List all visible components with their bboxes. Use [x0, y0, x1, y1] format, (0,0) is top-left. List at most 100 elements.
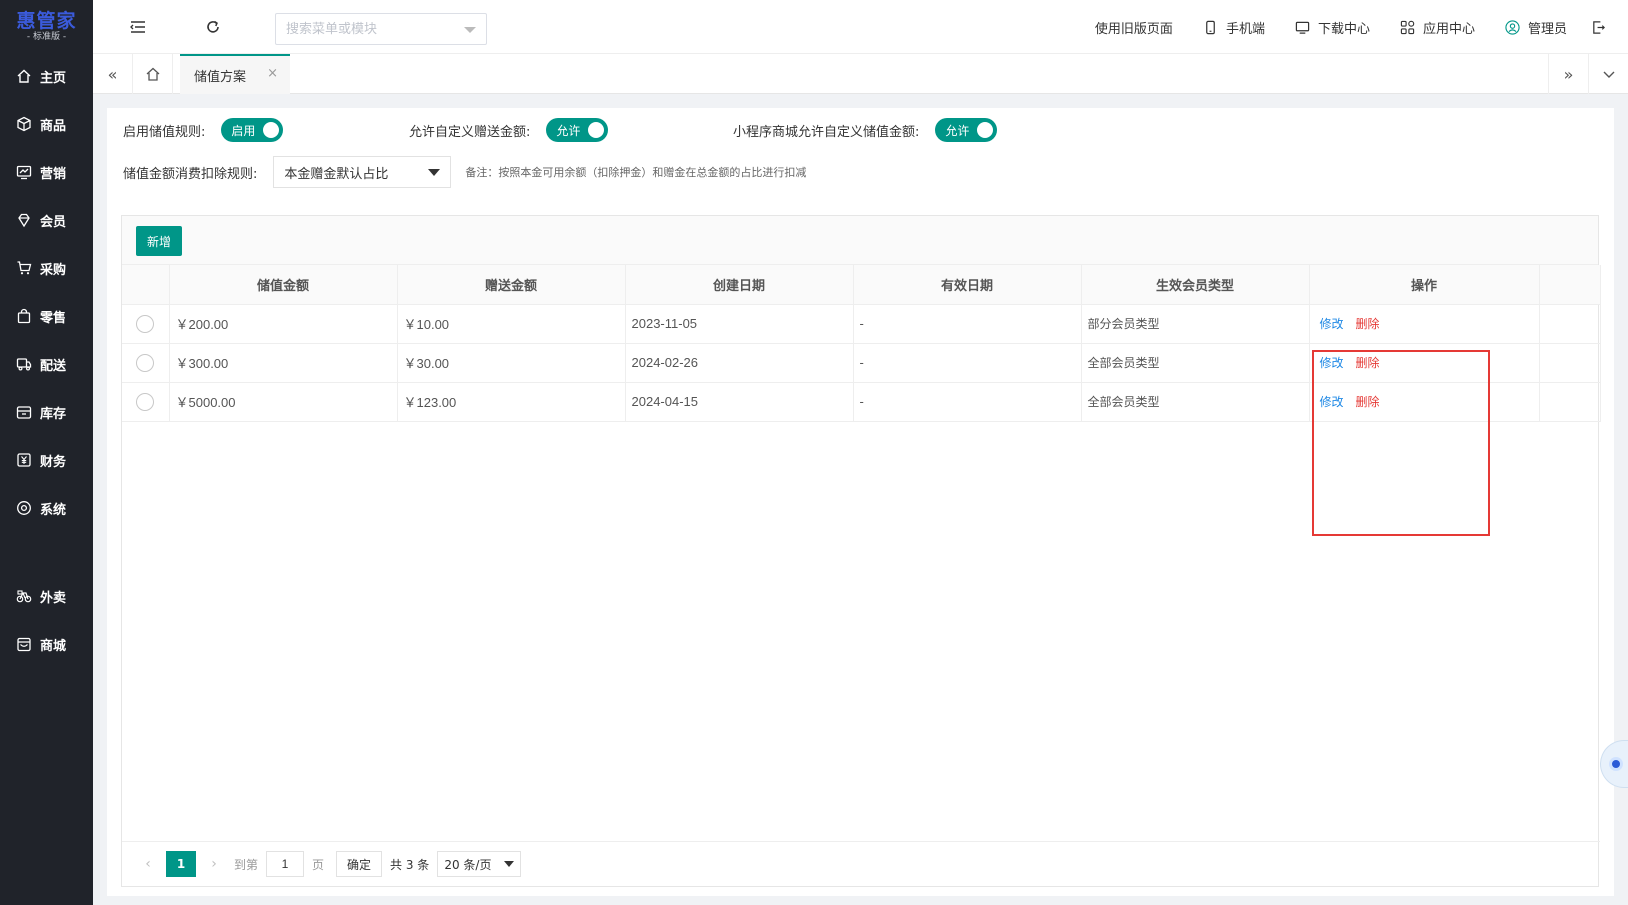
table-row: ￥300.00 ￥30.00 2024-02-26- 全部会员类型 修改 删除	[122, 343, 1601, 383]
caret-down-icon	[428, 169, 441, 176]
sidebar-nav: 主页商品营销会员采购零售配送库存 财务 系统外卖商城	[0, 52, 93, 668]
cell-amount: ￥200.00	[169, 304, 398, 344]
edit-link[interactable]: 修改	[1320, 356, 1344, 370]
delete-link[interactable]: 删除	[1356, 356, 1380, 370]
cell-member-type: 全部会员类型	[1081, 382, 1310, 422]
sidebar-item-label: 主页	[40, 70, 67, 86]
cell-spacer	[1539, 382, 1601, 422]
sidebar-item[interactable]: 商城	[0, 620, 93, 668]
prev-page-icon[interactable]: ‹	[136, 856, 160, 872]
delete-link[interactable]: 删除	[1356, 395, 1380, 409]
delete-link[interactable]: 删除	[1356, 317, 1380, 331]
tab-bar: « 储值方案 × »	[93, 54, 1628, 94]
logout-icon	[1593, 20, 1605, 34]
tab-scroll-left[interactable]: «	[93, 54, 133, 94]
close-icon[interactable]: ×	[267, 66, 278, 81]
header-gift: 赠送金额	[397, 265, 626, 305]
sidebar-item-label: 外卖	[40, 590, 67, 606]
enable-rule-toggle[interactable]: 启用	[221, 118, 284, 142]
custom-gift-toggle[interactable]: 允许	[546, 118, 609, 142]
sidebar-item[interactable]: 外卖	[0, 572, 93, 620]
sidebar-item-label: 配送	[40, 358, 67, 374]
cell-gift: ￥123.00	[397, 382, 626, 422]
sidebar: 惠管家 - 标准版 - 主页 商品 营销 会员 采购 零售 配送 库存 财务 系统 外卖 商城	[0, 0, 93, 905]
user-icon	[1505, 19, 1520, 35]
sidebar-item[interactable]: 商品	[0, 100, 93, 148]
sidebar-item[interactable]: 采购	[0, 244, 93, 292]
cell-amount: ￥300.00	[169, 343, 398, 383]
mobile-link[interactable]: 手机端	[1203, 18, 1265, 37]
goto-confirm-button[interactable]: 确定	[336, 851, 383, 877]
page-1[interactable]: 1	[166, 851, 196, 877]
sidebar-item[interactable]: 会员	[0, 196, 93, 244]
deduct-rule-select[interactable]: 本金赠金默认占比	[273, 156, 452, 188]
user-label: 管理员	[1527, 21, 1567, 37]
tab-dropdown[interactable]	[1588, 54, 1628, 94]
cart-icon	[17, 261, 32, 275]
mini-custom-toggle[interactable]: 允许	[935, 118, 998, 142]
sidebar-item-label: 商城	[40, 638, 67, 654]
edit-link[interactable]: 修改	[1320, 395, 1344, 409]
page-size-select[interactable]: 20 条/页	[437, 851, 522, 877]
diamond-icon	[18, 213, 30, 228]
pagination: ‹ 1 › 到第 页 确定 共 3 条 20 条/页	[122, 841, 1600, 886]
row-radio[interactable]	[136, 392, 155, 411]
row-select-cell	[122, 304, 170, 344]
toggle-knob	[588, 122, 605, 138]
tab-label: 储值方案	[194, 69, 247, 85]
add-button[interactable]: 新增	[136, 226, 182, 256]
page-unit-label: 页	[312, 857, 325, 872]
sidebar-item[interactable]: 主页	[0, 52, 93, 100]
phone-icon	[1206, 20, 1215, 34]
sidebar-item[interactable]: 财务	[0, 436, 93, 484]
refresh-icon[interactable]	[204, 18, 222, 36]
user-menu[interactable]: 管理员	[1505, 18, 1567, 37]
row-radio[interactable]	[136, 314, 155, 333]
main-content: 启用储值规则: 启用 允许自定义赠送金额: 允许 小程序商城允许自定义储值金额:…	[107, 108, 1614, 896]
mini-custom-setting: 小程序商城允许自定义储值金额: 允许	[733, 118, 998, 142]
cell-created: 2024-02-26	[625, 343, 854, 383]
bike-icon	[16, 590, 32, 603]
tab-stored-value-plan[interactable]: 储值方案 ×	[180, 54, 290, 94]
download-link[interactable]: 下载中心	[1295, 18, 1370, 37]
sidebar-item[interactable]: 零售	[0, 292, 93, 340]
sidebar-item[interactable]: 配送	[0, 340, 93, 388]
enable-rule-toggle-text: 启用	[231, 123, 256, 138]
edit-link[interactable]: 修改	[1320, 317, 1344, 331]
logout-button[interactable]	[1591, 20, 1614, 35]
menu-search-input[interactable]	[276, 14, 456, 44]
sidebar-item-label: 会员	[40, 214, 67, 230]
row-select-cell	[122, 343, 170, 383]
cell-gift: ￥10.00	[397, 304, 626, 344]
cell-member-type: 部分会员类型	[1081, 304, 1310, 344]
store-icon	[17, 637, 31, 652]
sidebar-item-label: 采购	[40, 262, 67, 278]
total-count: 共 3 条	[390, 857, 430, 872]
menu-search[interactable]	[275, 13, 487, 45]
cell-member-type: 全部会员类型	[1081, 343, 1310, 383]
cell-actions: 修改 删除	[1309, 304, 1540, 344]
deduct-rule-setting: 储值金额消费扣除规则: 本金赠金默认占比 备注：按照本金可用余额（扣除押金）和赠…	[123, 156, 806, 188]
mini-custom-label: 小程序商城允许自定义储值金额:	[733, 124, 920, 140]
custom-gift-setting: 允许自定义赠送金额: 允许	[409, 118, 609, 142]
apps-link[interactable]: 应用中心	[1400, 18, 1475, 37]
goto-page-input[interactable]	[266, 851, 305, 877]
cell-spacer	[1539, 304, 1601, 344]
sidebar-item[interactable]: 库存	[0, 388, 93, 436]
menu-fold-icon[interactable]	[129, 18, 147, 36]
toggle-knob	[977, 122, 994, 138]
tab-scroll-right[interactable]: »	[1548, 54, 1588, 94]
row-radio[interactable]	[136, 353, 155, 372]
table-toolbar: 新增	[122, 216, 1598, 265]
sidebar-item[interactable]: 营销	[0, 148, 93, 196]
next-page-icon[interactable]: ›	[202, 856, 226, 872]
mobile-label: 手机端	[1225, 21, 1265, 37]
header-member-type: 生效会员类型	[1081, 265, 1310, 305]
tab-home[interactable]	[133, 54, 173, 94]
old-page-link[interactable]: 使用旧版页面	[1095, 18, 1173, 37]
chevron-down-icon	[464, 27, 476, 33]
table-row: ￥5000.00 ￥123.00 2024-04-15- 全部会员类型 修改 删除	[122, 382, 1601, 422]
sidebar-item-label: 商品	[40, 118, 67, 134]
cell-spacer	[1539, 343, 1601, 383]
sidebar-item[interactable]: 系统	[0, 484, 93, 532]
